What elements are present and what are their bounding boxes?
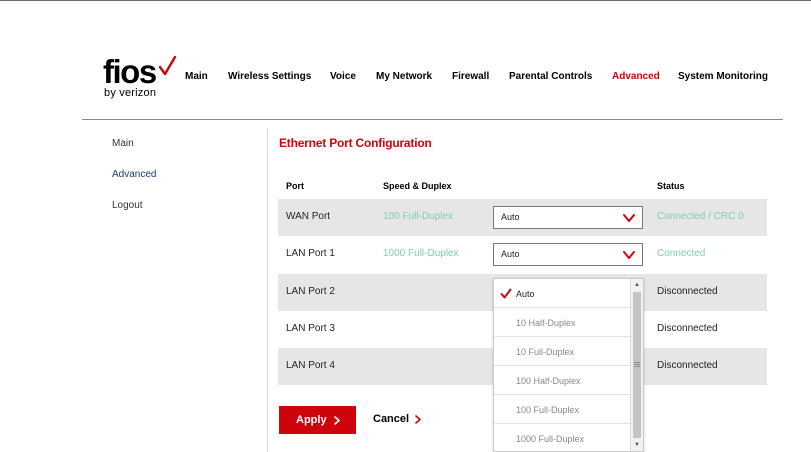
sidebar-item-logout[interactable]: Logout	[112, 200, 143, 211]
port-name: LAN Port 3	[286, 323, 335, 334]
logo-subtitle: by verizon	[104, 87, 157, 99]
table-row-wan: WAN Port 100 Full-Duplex Auto Connected …	[278, 199, 767, 236]
sidebar: Main Advanced Logout	[100, 128, 268, 224]
logo-wordmark: fios	[103, 53, 157, 90]
speed-dropdown-list[interactable]: Auto 10 Half-Duplex 10 Full-Duplex 100 H…	[493, 278, 644, 452]
port-name: LAN Port 1	[286, 248, 335, 259]
dropdown-option-10-half[interactable]: 10 Half-Duplex	[494, 308, 631, 337]
apply-label: Apply	[296, 414, 327, 426]
chevron-down-icon	[623, 251, 635, 259]
page-title: Ethernet Port Configuration	[279, 136, 432, 150]
option-label: 1000 Full-Duplex	[516, 434, 585, 444]
checkmark-icon	[500, 288, 512, 299]
select-value: Auto	[501, 212, 520, 222]
content-divider	[267, 128, 268, 452]
nav-wireless-settings[interactable]: Wireless Settings	[228, 71, 311, 82]
port-status: Disconnected	[657, 323, 718, 334]
port-speed: 100 Full-Duplex	[383, 211, 454, 222]
cancel-label: Cancel	[373, 413, 410, 425]
port-name: LAN Port 2	[286, 286, 335, 297]
port-name: WAN Port	[286, 211, 331, 222]
dropdown-option-100-full[interactable]: 100 Full-Duplex	[494, 395, 631, 424]
nav-advanced[interactable]: Advanced	[612, 71, 660, 82]
wan-speed-select[interactable]: Auto	[493, 206, 643, 229]
port-name: LAN Port 4	[286, 360, 335, 371]
nav-system-monitoring[interactable]: System Monitoring	[678, 71, 768, 82]
scroll-down-arrow-icon[interactable]: ▼	[631, 440, 643, 450]
nav-my-network[interactable]: My Network	[376, 71, 432, 82]
apply-button[interactable]: Apply	[279, 406, 356, 434]
cancel-button[interactable]: Cancel	[373, 413, 421, 425]
scroll-up-arrow-icon[interactable]: ▲	[631, 280, 643, 290]
port-speed: 1000 Full-Duplex	[383, 248, 459, 259]
header-status: Status	[657, 181, 685, 191]
nav-firewall[interactable]: Firewall	[452, 71, 489, 82]
lan1-speed-select[interactable]: Auto	[493, 243, 643, 266]
header-speed-duplex: Speed & Duplex	[383, 181, 452, 191]
grip-icon	[634, 362, 640, 367]
port-status: Disconnected	[657, 360, 718, 371]
option-label: 10 Half-Duplex	[516, 318, 576, 328]
chevron-right-icon	[415, 415, 421, 424]
chevron-down-icon	[623, 214, 635, 222]
port-status: Connected	[657, 248, 706, 259]
dropdown-option-100-half[interactable]: 100 Half-Duplex	[494, 366, 631, 395]
option-label: 100 Half-Duplex	[516, 376, 581, 386]
option-label: Auto	[516, 289, 535, 299]
chevron-right-icon	[334, 416, 340, 425]
port-status: Disconnected	[657, 286, 718, 297]
header-divider	[82, 119, 783, 120]
header-port: Port	[286, 181, 304, 191]
select-value: Auto	[501, 249, 520, 259]
dropdown-scrollbar[interactable]: ▲ ▼	[630, 279, 643, 451]
top-rule	[0, 0, 811, 1]
scroll-thumb[interactable]	[633, 292, 641, 438]
logo-check-icon	[158, 55, 177, 76]
option-label: 10 Full-Duplex	[516, 347, 575, 357]
dropdown-option-1000-full[interactable]: 1000 Full-Duplex	[494, 424, 631, 451]
nav-main[interactable]: Main	[185, 71, 208, 82]
option-label: 100 Full-Duplex	[516, 405, 580, 415]
port-status: Connected / CRC 0	[657, 211, 744, 222]
dropdown-option-auto[interactable]: Auto	[494, 279, 631, 308]
sidebar-item-main[interactable]: Main	[112, 138, 134, 149]
nav-voice[interactable]: Voice	[330, 71, 356, 82]
table-row-lan1: LAN Port 1 1000 Full-Duplex Auto Connect…	[278, 236, 767, 273]
nav-parental-controls[interactable]: Parental Controls	[509, 71, 592, 82]
dropdown-option-10-full[interactable]: 10 Full-Duplex	[494, 337, 631, 366]
sidebar-item-advanced[interactable]: Advanced	[112, 169, 156, 180]
fios-logo[interactable]: fios by verizon	[103, 55, 178, 101]
